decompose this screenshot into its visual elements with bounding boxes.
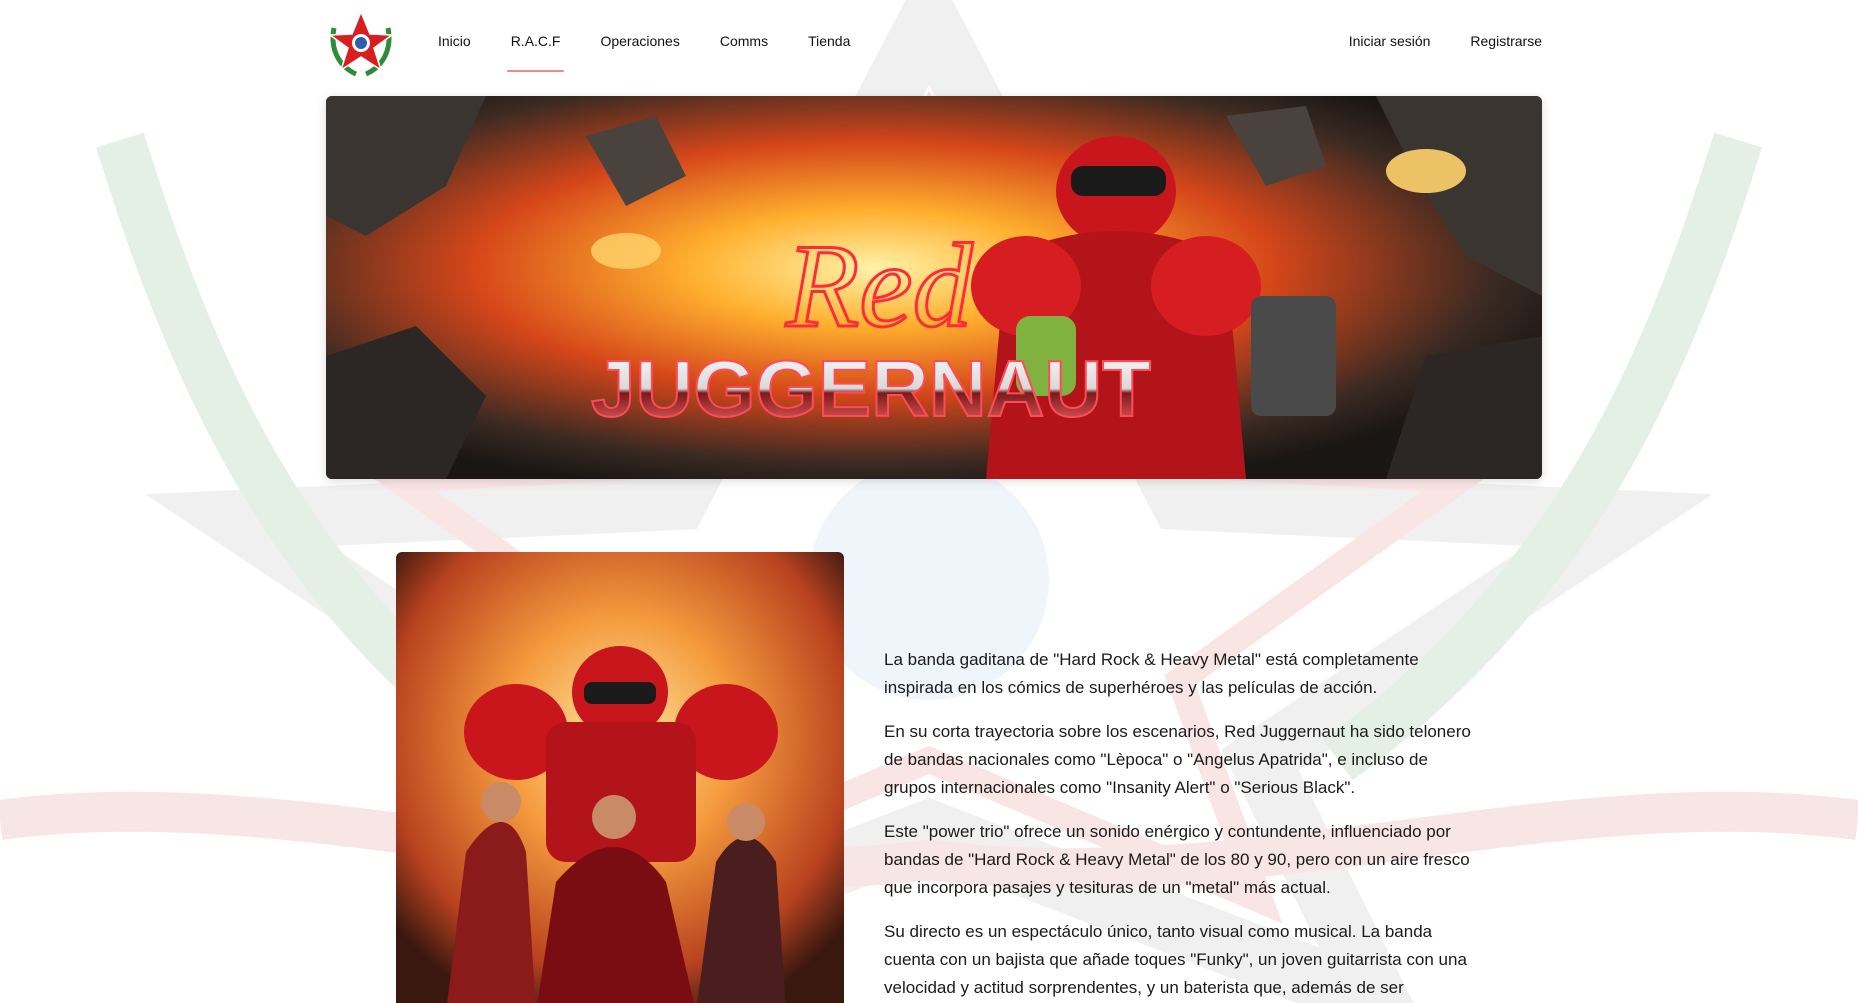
banner-title-main: JUGGERNAUT xyxy=(591,344,1151,433)
description-paragraph: La banda gaditana de "Hard Rock & Heavy … xyxy=(884,650,1419,697)
nav-item-inicio[interactable]: Inicio xyxy=(434,0,475,82)
band-members xyxy=(447,782,786,1003)
star-emblem-logo[interactable] xyxy=(326,8,396,78)
banner-artwork: Red JUGGERNAUT xyxy=(326,96,1542,479)
nav-item-tienda[interactable]: Tienda xyxy=(804,0,854,82)
band-poster-artwork xyxy=(396,552,844,1003)
register-link[interactable]: Registrarse xyxy=(1470,33,1542,49)
nav-item-operaciones[interactable]: Operaciones xyxy=(596,0,683,82)
description-paragraph: En su corta trayectoria sobre los escena… xyxy=(884,722,1471,797)
nav-item-racf[interactable]: R.A.C.F xyxy=(506,0,565,82)
page: Inicio R.A.C.F Operaciones Comms Tienda … xyxy=(0,0,1858,1003)
description-paragraph: Este "power trio" ofrece un sonido enérg… xyxy=(884,822,1470,897)
nav-item-comms[interactable]: Comms xyxy=(716,0,772,82)
hero-banner: Red JUGGERNAUT xyxy=(326,96,1542,479)
band-poster xyxy=(396,552,844,1003)
description-paragraph: Su directo es un espectáculo único, tant… xyxy=(884,922,1467,997)
banner-title-script: Red xyxy=(785,219,974,352)
auth-links: Iniciar sesión Registrarse xyxy=(1349,33,1542,49)
header: Inicio R.A.C.F Operaciones Comms Tienda … xyxy=(326,0,1542,82)
main-nav: Inicio R.A.C.F Operaciones Comms Tienda xyxy=(434,0,886,82)
band-description: La banda gaditana de "Hard Rock & Heavy … xyxy=(884,646,1484,1003)
login-link[interactable]: Iniciar sesión xyxy=(1349,33,1431,49)
